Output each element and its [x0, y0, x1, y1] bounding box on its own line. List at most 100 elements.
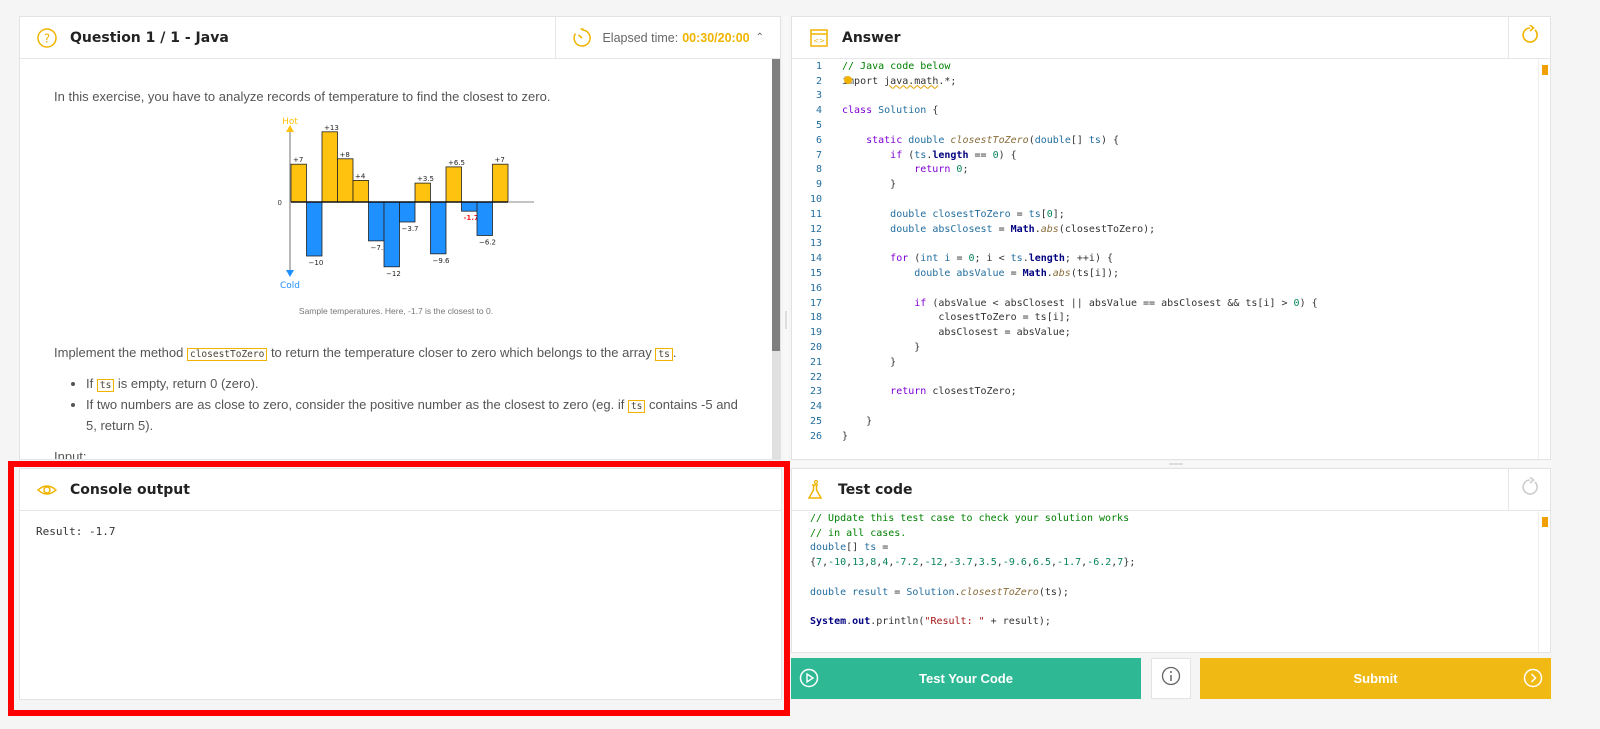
code-line[interactable]: 23 return closestToZero; [792, 385, 1538, 400]
line-number: 1 [815, 60, 822, 72]
code-text: double[] ts = [810, 542, 888, 553]
console-header: Console output [20, 469, 781, 511]
lightbulb-icon[interactable] [844, 75, 852, 84]
code-text: } [822, 179, 896, 190]
code-token: ]; [1052, 208, 1065, 220]
question-scrollbar[interactable] [772, 59, 780, 459]
chevron-up-icon[interactable]: ⌃ [756, 32, 764, 43]
code-token: ts [864, 542, 877, 554]
line-number: 21 [809, 356, 822, 368]
code-token: -6.2 [1087, 557, 1112, 569]
code-line[interactable]: 20 } [792, 340, 1538, 355]
code-line[interactable]: 8 return 0; [792, 163, 1538, 178]
test-code-editor[interactable]: // Update this test case to check your s… [810, 511, 1538, 652]
code-line[interactable]: 21 } [792, 355, 1538, 370]
code-token: ts [914, 149, 927, 161]
bar [290, 163, 307, 203]
code-line[interactable]: 16 [792, 281, 1538, 296]
code-line[interactable]: 6 static double closestToZero(double[] t… [792, 133, 1538, 148]
code-token: Math [1022, 268, 1047, 280]
bar [383, 201, 400, 268]
code-token: (closestToZero); [1058, 223, 1156, 235]
code-line[interactable]: double result = Solution.closestToZero(t… [810, 585, 1538, 600]
code-token: } [842, 416, 873, 428]
code-text: double absValue = Math.abs(ts[i]); [822, 268, 1119, 279]
info-icon [1161, 666, 1181, 691]
impl-text-middle: to return the temperature closer to zero… [267, 345, 656, 360]
question-panel: ? Question 1 / 1 - Java Elapsed time: 00… [19, 16, 781, 460]
intro-text: In this exercise, you have to analyze re… [54, 89, 551, 104]
code-line[interactable]: 9 } [792, 177, 1538, 192]
bar-label: +8 [340, 151, 350, 159]
code-line[interactable]: 17 if (absValue < absClosest || absValue… [792, 296, 1538, 311]
code-line[interactable]: 1 // Java code below [792, 59, 1538, 74]
code-token: 13 [852, 557, 865, 569]
line-number: 17 [809, 297, 822, 309]
code-line[interactable]: // in all cases. [810, 526, 1538, 541]
code-line[interactable]: 25 } [792, 414, 1538, 429]
line-number: 2 [815, 75, 822, 87]
reset-code-button[interactable] [1508, 17, 1550, 58]
code-line[interactable]: 2import java.math.*; [792, 74, 1538, 89]
test-your-code-button[interactable]: Test Your Code [791, 658, 1141, 699]
svg-text:?: ? [44, 31, 50, 45]
line-number: 10 [809, 194, 822, 206]
info-button[interactable] [1151, 658, 1191, 699]
bar-label: +4 [355, 172, 366, 180]
code-line[interactable]: 3 [792, 89, 1538, 104]
code-window-icon: <> [808, 27, 830, 49]
rule-text: is empty, return 0 (zero). [114, 376, 259, 391]
submit-button[interactable]: Submit [1200, 658, 1551, 699]
code-token: Solution [878, 105, 927, 117]
code-line[interactable]: System.out.println("Result: " + result); [810, 615, 1538, 630]
elapsed-timer[interactable]: Elapsed time: 00:30/20:00 ⌃ [555, 17, 780, 58]
code-token: ; i < [974, 253, 1011, 265]
code-text: double result = Solution.closestToZero(t… [810, 587, 1069, 598]
code-line[interactable]: // Update this test case to check your s… [810, 511, 1538, 526]
test-editor-scrollbar[interactable] [1538, 511, 1550, 652]
code-line[interactable]: 14 for (int i = 0; i < ts.length; ++i) { [792, 251, 1538, 266]
test-code-panel: Test code // Update this test case to ch… [791, 468, 1551, 653]
horizontal-splitter[interactable] [791, 461, 1551, 467]
code-line[interactable]: 13 [792, 237, 1538, 252]
console-title: Console output [70, 481, 190, 498]
code-token: double [914, 268, 957, 280]
bar-label: −6.2 [479, 238, 496, 246]
code-line[interactable]: 19 absClosest = absValue; [792, 325, 1538, 340]
code-line[interactable]: 10 [792, 192, 1538, 207]
code-line[interactable]: 5 [792, 118, 1538, 133]
rule-text: If two numbers are as close to zero, con… [86, 397, 628, 412]
code-line[interactable]: {7,-10,13,8,4,-7.2,-12,-3.7,3.5,-9.6,6.5… [810, 555, 1538, 570]
splitter-grip[interactable] [1169, 463, 1183, 465]
code-text: static double closestToZero(double[] ts)… [822, 135, 1119, 146]
code-line[interactable]: 18 closestToZero = ts[i]; [792, 311, 1538, 326]
code-line[interactable]: 4 class Solution { [792, 103, 1538, 118]
line-number: 26 [809, 430, 822, 442]
line-number: 25 [809, 416, 822, 428]
code-token: for [890, 253, 915, 265]
reset-test-button[interactable] [1508, 469, 1550, 510]
code-line[interactable] [810, 570, 1538, 585]
code-line[interactable]: 22 [792, 370, 1538, 385]
code-line[interactable]: double[] ts = [810, 541, 1538, 556]
implement-text: Implement the method closestToZero to re… [54, 343, 738, 364]
code-line[interactable]: 15 double absValue = Math.abs(ts[i]); [792, 266, 1538, 281]
code-token: (ts); [1038, 586, 1069, 598]
code-line[interactable]: 26} [792, 429, 1538, 444]
scrollbar-thumb[interactable] [772, 59, 780, 351]
vertical-splitter[interactable] [783, 16, 789, 460]
code-token: = [1010, 208, 1029, 220]
editor-scrollbar[interactable] [1538, 59, 1550, 459]
code-line[interactable] [810, 600, 1538, 615]
code-token: -10 [828, 557, 847, 569]
answer-header: <> Answer [792, 17, 1550, 59]
code-editor[interactable]: 1 // Java code below 2import java.math.*;3… [792, 59, 1538, 459]
code-line[interactable]: 12 double absClosest = Math.abs(closestT… [792, 222, 1538, 237]
splitter-grip[interactable] [785, 311, 787, 329]
code-line[interactable]: 11 double closestToZero = ts[0]; [792, 207, 1538, 222]
code-line[interactable]: 24 [792, 399, 1538, 414]
code-line[interactable]: 7 if (ts.length == 0) { [792, 148, 1538, 163]
rule-code: ts [96, 379, 115, 392]
